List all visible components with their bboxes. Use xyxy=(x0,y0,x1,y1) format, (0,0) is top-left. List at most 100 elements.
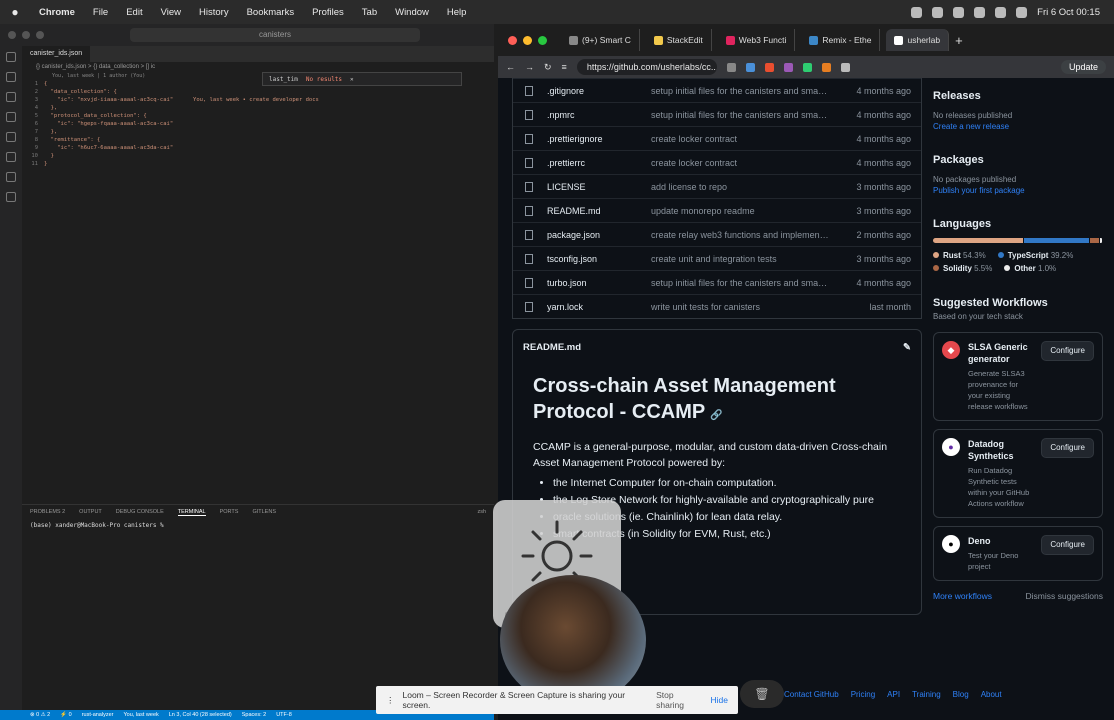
extension-icon[interactable] xyxy=(726,62,736,72)
gitlens-icon[interactable] xyxy=(6,192,16,202)
commit-message[interactable]: create unit and integration tests xyxy=(637,254,829,264)
code-text[interactable]: "ic": "nxvjd-iiaaa-aaaal-ac3cq-cai" You,… xyxy=(44,96,319,104)
configure-button[interactable]: Configure xyxy=(1041,438,1094,458)
commit-message[interactable]: add license to repo xyxy=(637,182,829,192)
menu-app-name[interactable]: Chrome xyxy=(30,7,84,18)
address-bar[interactable]: https://github.com/usherlabs/cc... xyxy=(576,59,717,75)
terminal-line[interactable]: (base) xander@MacBook-Pro canisters % xyxy=(22,520,494,531)
file-row[interactable]: .prettierignore create locker contract 4 m… xyxy=(513,126,921,150)
code-text[interactable]: "ic": "h6uc7-6aaaa-aaaal-ac3da-cai" xyxy=(44,144,173,152)
status-blame[interactable]: You, last week xyxy=(123,712,158,718)
commit-message[interactable]: create locker contract xyxy=(637,134,829,144)
apple-icon[interactable]: ● xyxy=(0,5,30,19)
language-rust[interactable]: Rust 54.3% xyxy=(933,249,986,262)
browser-tab[interactable]: Web3 Functi xyxy=(718,29,796,51)
code-text[interactable]: }, xyxy=(44,128,58,136)
code-line[interactable]: 2 "data_collection": { xyxy=(22,88,494,96)
testing-icon[interactable] xyxy=(6,172,16,182)
code-text[interactable]: "remittance": { xyxy=(44,136,101,144)
wifi-icon[interactable] xyxy=(974,6,986,18)
status-indent[interactable]: Spaces: 2 xyxy=(242,712,266,718)
code-line[interactable]: 7 }, xyxy=(22,128,494,136)
file-name[interactable]: turbo.json xyxy=(547,278,637,288)
browser-tab[interactable]: Remix - Ethe xyxy=(801,29,881,51)
extension-icon[interactable] xyxy=(783,62,793,72)
file-name[interactable]: .npmrc xyxy=(547,110,637,120)
code-line[interactable]: 8 "remittance": { xyxy=(22,136,494,144)
commit-message[interactable]: setup initial files for the canisters an… xyxy=(637,86,829,96)
menu-item[interactable]: Bookmarks xyxy=(238,7,304,18)
extension-icon[interactable] xyxy=(802,62,812,72)
terminal-shell[interactable]: zsh xyxy=(477,509,486,516)
readme-filename[interactable]: README.md xyxy=(523,342,581,353)
stop-sharing-button[interactable]: Stop sharing xyxy=(656,690,702,710)
configure-button[interactable]: Configure xyxy=(1041,535,1094,555)
file-row[interactable]: yarn.lock write unit tests for canisters l… xyxy=(513,294,921,318)
menu-item[interactable]: Profiles xyxy=(303,7,353,18)
commit-message[interactable]: create locker contract xyxy=(637,158,829,168)
tab-output[interactable]: OUTPUT xyxy=(79,509,102,516)
code-text[interactable]: } xyxy=(44,152,54,160)
code-text[interactable]: } xyxy=(44,160,47,168)
tab-debug-console[interactable]: DEBUG CONSOLE xyxy=(116,509,164,516)
menu-item[interactable]: Window xyxy=(386,7,438,18)
code-line[interactable]: 10 } xyxy=(22,152,494,160)
file-row[interactable]: package.json create relay web3 functions … xyxy=(513,222,921,246)
file-row[interactable]: turbo.json setup initial files for the ca… xyxy=(513,270,921,294)
status-problems[interactable]: ⊗ 0 ⚠ 2 xyxy=(30,712,50,718)
code-line[interactable]: 4 }, xyxy=(22,104,494,112)
packages-heading[interactable]: Packages xyxy=(933,154,1103,166)
browser-tab-active[interactable]: usherlab xyxy=(886,29,950,51)
file-name[interactable]: tsconfig.json xyxy=(547,254,637,264)
minimize-window-button[interactable] xyxy=(523,35,532,45)
code-text[interactable]: "data_collection": { xyxy=(44,88,117,96)
menu-item[interactable]: History xyxy=(190,7,238,18)
code-editor[interactable]: You, last week | 1 author (You) 1{2 "dat… xyxy=(22,72,494,512)
code-text[interactable]: "protocol_data_collection": { xyxy=(44,112,147,120)
file-row[interactable]: .prettierrc create locker contract 4 month… xyxy=(513,150,921,174)
close-window-button[interactable] xyxy=(508,35,517,45)
close-window-button[interactable] xyxy=(8,31,16,39)
menu-item[interactable]: Tab xyxy=(353,7,386,18)
code-text[interactable]: "ic": "hgeps-fqaaa-aaaal-ac3ca-cai" xyxy=(44,120,173,128)
battery-icon[interactable] xyxy=(995,6,1007,18)
extension-icon[interactable] xyxy=(821,62,831,72)
hide-button[interactable]: Hide xyxy=(711,695,738,705)
status-cursor[interactable]: Ln 3, Col 40 (28 selected) xyxy=(169,712,232,718)
code-line[interactable]: 11} xyxy=(22,160,494,168)
site-info-icon[interactable]: ≡ xyxy=(562,62,567,72)
minimize-window-button[interactable] xyxy=(22,31,30,39)
trash-icon[interactable]: 🗑 xyxy=(740,680,784,708)
explorer-icon[interactable] xyxy=(6,52,16,62)
browser-tab[interactable]: StackEdit xyxy=(646,29,712,51)
menu-item[interactable]: File xyxy=(84,7,117,18)
update-button[interactable]: Update xyxy=(1060,60,1106,74)
footer-link[interactable]: Training xyxy=(912,690,941,699)
language-solidity[interactable]: Solidity 5.5% xyxy=(933,262,992,275)
footer-link[interactable]: Pricing xyxy=(851,690,875,699)
status-encoding[interactable]: UTF-8 xyxy=(276,712,292,718)
commit-message[interactable]: setup initial files for the canisters an… xyxy=(637,110,829,120)
configure-button[interactable]: Configure xyxy=(1041,341,1094,361)
file-name[interactable]: .prettierrc xyxy=(547,158,637,168)
source-control-icon[interactable] xyxy=(6,92,16,102)
extensions-puzzle-icon[interactable] xyxy=(840,62,850,72)
run-debug-icon[interactable] xyxy=(6,112,16,122)
code-line[interactable]: 5 "protocol_data_collection": { xyxy=(22,112,494,120)
file-name[interactable]: README.md xyxy=(547,206,637,216)
new-tab-button[interactable]: + xyxy=(955,33,963,48)
footer-link[interactable]: Blog xyxy=(953,690,969,699)
search-icon[interactable] xyxy=(1016,6,1028,18)
close-icon[interactable]: ✕ xyxy=(350,76,354,83)
language-other[interactable]: Other 1.0% xyxy=(1004,262,1056,275)
file-row[interactable]: LICENSE add license to repo 3 months ago xyxy=(513,174,921,198)
footer-link[interactable]: About xyxy=(981,690,1002,699)
commit-message[interactable]: create relay web3 functions and implemen… xyxy=(637,230,829,240)
extension-icon[interactable] xyxy=(764,62,774,72)
search-icon[interactable] xyxy=(6,72,16,82)
footer-link[interactable]: Contact GitHub xyxy=(784,690,839,699)
status-ports[interactable]: ⚡ 0 xyxy=(60,712,71,718)
forward-icon[interactable]: → xyxy=(525,62,534,72)
code-line[interactable]: 9 "ic": "h6uc7-6aaaa-aaaal-ac3da-cai" xyxy=(22,144,494,152)
file-name[interactable]: .prettierignore xyxy=(547,134,637,144)
